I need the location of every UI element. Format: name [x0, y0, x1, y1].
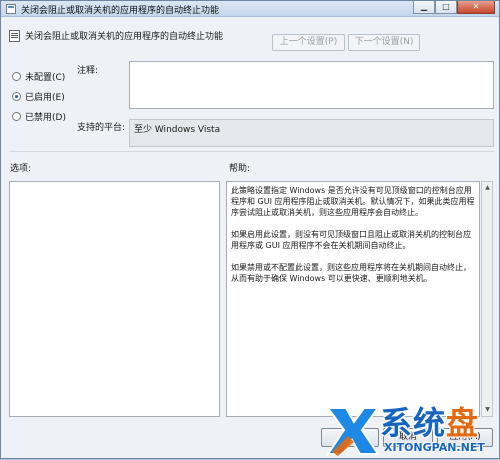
help-panel: 此策略设置指定 Windows 是否允许没有可见顶级窗口的控制台应用程序和 GU…	[226, 181, 480, 417]
watermark-main-text: 系统	[380, 404, 447, 442]
watermark-text: 系统盘	[380, 398, 479, 444]
watermark-logo-icon	[326, 407, 380, 456]
help-scrollbar[interactable]: ▲ ▼	[481, 181, 493, 417]
policy-icon	[6, 4, 16, 14]
maximize-button[interactable]: □	[435, 1, 457, 14]
radio-disabled[interactable]: 已禁用(D)	[12, 106, 66, 126]
next-setting-button[interactable]: 下一个设置(N)	[348, 34, 420, 51]
divider	[9, 151, 494, 152]
radio-label: 已启用(E)	[25, 92, 65, 103]
watermark-url: XITONGPAN.NET	[384, 441, 485, 454]
setting-icon	[9, 29, 20, 42]
help-paragraph: 此策略设置指定 Windows 是否允许没有可见顶级窗口的控制台应用程序和 GU…	[231, 186, 475, 217]
close-button[interactable]: ✕	[457, 1, 495, 14]
help-paragraph: 如果禁用或不配置此设置，则这些应用程序将在关机期间自动终止，从而有助于确保 Wi…	[231, 263, 471, 283]
platform-label: 支持的平台:	[77, 123, 126, 133]
comment-textarea[interactable]	[129, 61, 494, 109]
title-bar[interactable]: 关闭会阻止或取消关机的应用程序的自动终止功能 ▁ □ ✕	[1, 1, 499, 17]
watermark-accent-text: 盘	[446, 404, 480, 442]
radio-button[interactable]	[12, 111, 21, 121]
radio-button[interactable]	[12, 91, 21, 101]
radio-label: 已禁用(D)	[25, 112, 66, 123]
comment-label: 注释:	[77, 66, 99, 76]
window-title: 关闭会阻止或取消关机的应用程序的自动终止功能	[21, 6, 220, 16]
state-radio-group: 未配置(C) 已启用(E) 已禁用(D)	[12, 66, 66, 126]
radio-label: 未配置(C)	[25, 72, 66, 83]
setting-title: 关闭会阻止或取消关机的应用程序的自动终止功能	[25, 32, 224, 42]
options-panel	[9, 181, 220, 417]
previous-setting-button[interactable]: 上一个设置(P)	[272, 34, 345, 51]
scroll-up-icon[interactable]: ▲	[483, 183, 492, 193]
options-label: 选项:	[10, 164, 32, 174]
platform-value: 至少 Windows Vista	[129, 119, 494, 147]
radio-button[interactable]	[12, 71, 21, 81]
policy-setting-window: 关闭会阻止或取消关机的应用程序的自动终止功能 ▁ □ ✕ 关闭会阻止或取消关机的…	[0, 0, 500, 459]
setting-header: 关闭会阻止或取消关机的应用程序的自动终止功能	[9, 29, 223, 42]
radio-not-configured[interactable]: 未配置(C)	[12, 66, 66, 86]
radio-enabled[interactable]: 已启用(E)	[12, 86, 66, 106]
site-watermark: 系统盘 XITONGPAN.NET	[318, 396, 500, 460]
minimize-button[interactable]: ▁	[413, 1, 435, 14]
help-paragraph: 如果启用此设置，则没有可见顶级窗口且阻止或取消关机的控制台应用程序或 GUI 应…	[231, 230, 471, 250]
help-label: 帮助:	[229, 164, 251, 174]
